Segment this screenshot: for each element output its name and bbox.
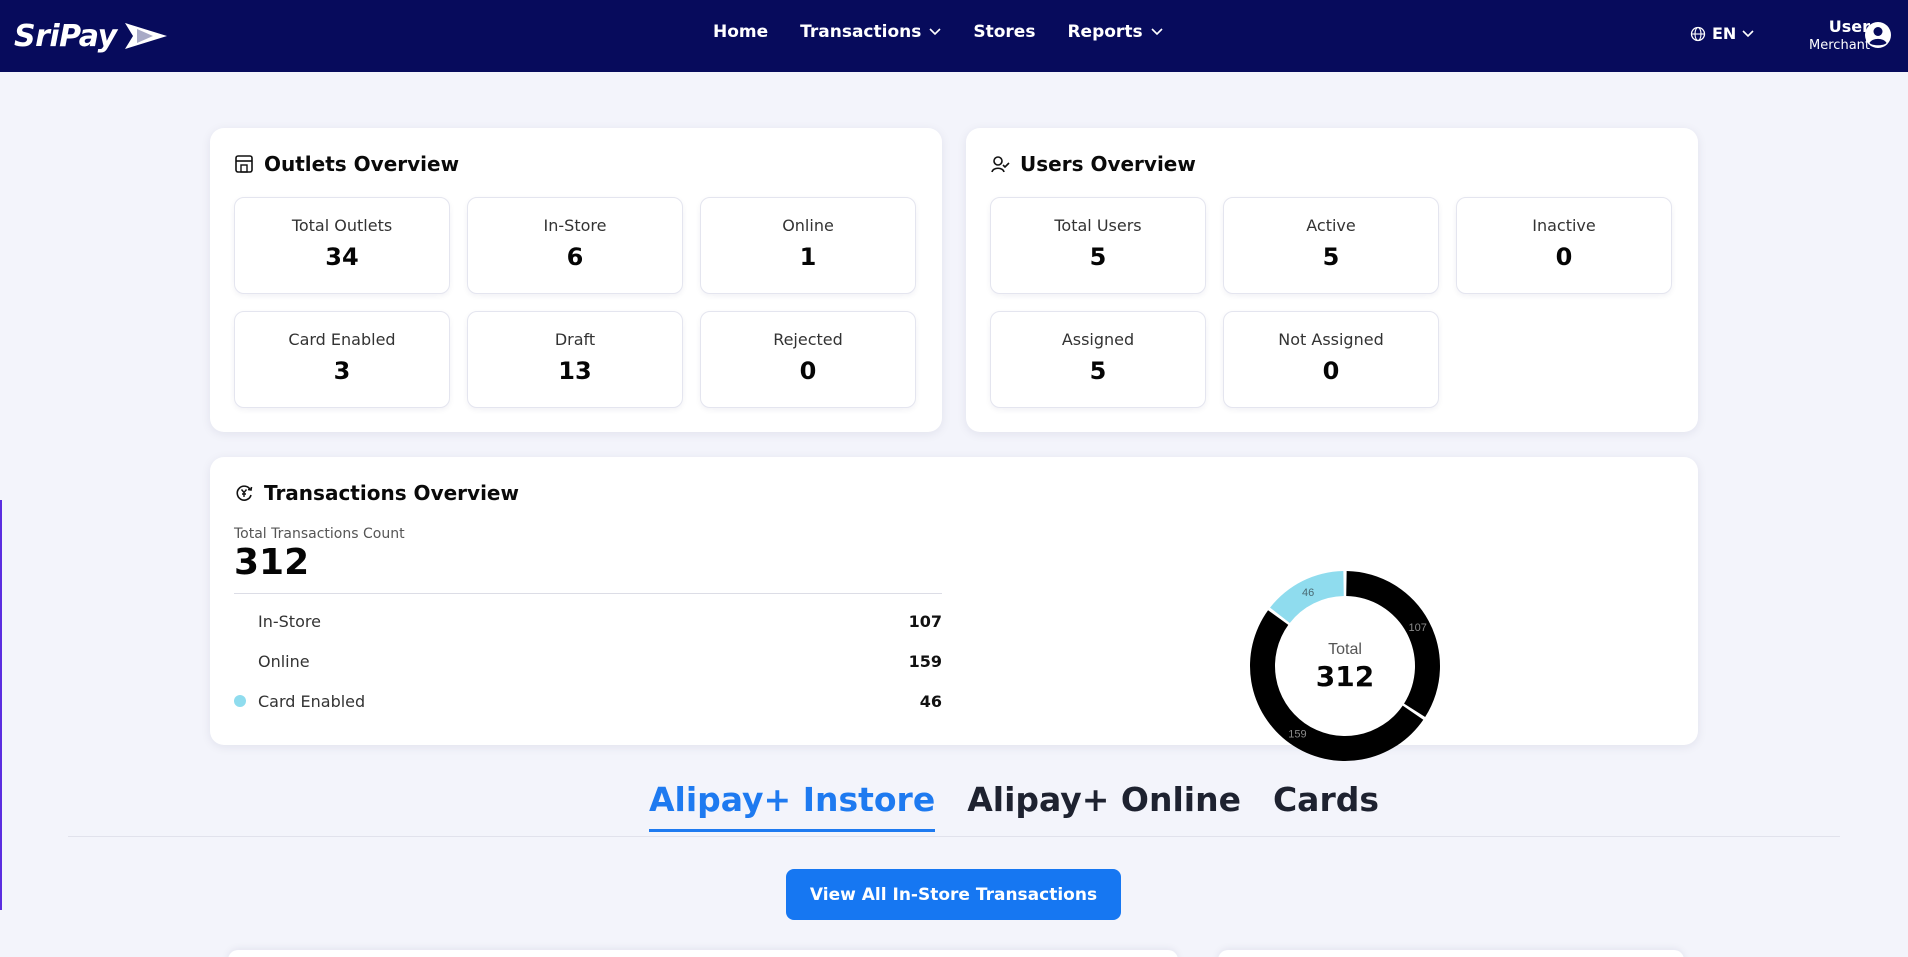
users-overview-title: Users Overview	[990, 152, 1196, 176]
stat-draft-outlets: Draft 13	[467, 311, 683, 408]
tx-row-label: Card Enabled	[258, 691, 366, 711]
transaction-tabs: Alipay+ Instore Alipay+ Online Cards	[649, 780, 1379, 832]
nav-home[interactable]: Home	[713, 22, 768, 42]
tx-row-value: 107	[908, 611, 942, 631]
transactions-overview-card: Transactions Overview Total Transactions…	[210, 457, 1698, 761]
stat-label: Inactive	[1532, 216, 1596, 235]
stat-value: 1	[799, 243, 817, 271]
users-icon	[991, 156, 1010, 173]
stat-value: 5	[1089, 357, 1107, 385]
stat-label: Online	[782, 216, 834, 235]
stat-label: In-Store	[543, 216, 607, 235]
user-avatar-icon[interactable]	[1864, 21, 1892, 49]
stat-label: Active	[1306, 216, 1356, 235]
stat-instore-outlets: In-Store 6	[467, 197, 683, 294]
stat-inactive-users: Inactive 0	[1456, 197, 1672, 294]
language-selector[interactable]: EN	[1690, 24, 1754, 43]
legend-dot-online	[234, 655, 246, 667]
store-icon	[235, 155, 253, 173]
stat-card-enabled-outlets: Card Enabled 3	[234, 311, 450, 408]
nav-stores[interactable]: Stores	[973, 22, 1035, 42]
stat-label: Not Assigned	[1278, 330, 1384, 349]
stat-label: Assigned	[1061, 330, 1135, 349]
stat-value: 0	[799, 357, 817, 385]
stat-label: Total Outlets	[291, 216, 393, 235]
legend-dot-instore	[234, 615, 246, 627]
users-overview-card: Users Overview Total Users 5 Active 5 In…	[966, 128, 1698, 432]
outlets-overview-title: Outlets Overview	[234, 152, 459, 176]
next-section-card-left	[228, 950, 1178, 957]
transactions-overview-title: Transactions Overview	[234, 481, 519, 505]
donut-center-label: Total	[1328, 641, 1362, 658]
chevron-down-icon	[1151, 28, 1163, 36]
transactions-title-text: Transactions Overview	[264, 481, 519, 505]
stat-rejected-outlets: Rejected 0	[700, 311, 916, 408]
stat-value: 34	[325, 243, 359, 271]
stat-value: 0	[1555, 243, 1573, 271]
user-role: Merchant	[1809, 38, 1870, 53]
nav-transactions-label: Transactions	[800, 22, 922, 42]
user-menu[interactable]: User Merchant	[1780, 17, 1870, 55]
tx-row-instore: In-Store 107	[234, 609, 942, 633]
nav-transactions[interactable]: Transactions	[800, 22, 941, 42]
stat-value: 6	[566, 243, 584, 271]
language-label: EN	[1712, 24, 1737, 43]
sripay-logo[interactable]: SriPay	[14, 16, 169, 56]
legend-dot-card-enabled	[234, 695, 246, 707]
divider	[234, 593, 942, 594]
chevron-down-icon	[929, 28, 941, 36]
tx-row-label: Online	[258, 651, 310, 671]
globe-icon	[1690, 26, 1706, 41]
stat-assigned-users: Assigned 5	[990, 311, 1206, 408]
brand-name: SriPay	[14, 18, 117, 54]
main-nav: Home Transactions Stores Reports	[713, 22, 1195, 42]
donut-center-value: 312	[1316, 660, 1374, 693]
users-title-text: Users Overview	[1020, 152, 1196, 176]
transactions-donut-chart: 107 159 46 Total 312	[1225, 524, 1525, 824]
stat-active-users: Active 5	[1223, 197, 1439, 294]
top-navbar: SriPay Home Transactions Stores Reports …	[0, 0, 1908, 72]
total-transactions-value: 312	[234, 542, 310, 583]
tx-row-label: In-Store	[258, 611, 321, 631]
user-name: User	[1828, 17, 1870, 36]
stat-label: Draft	[554, 330, 596, 349]
stat-not-assigned-users: Not Assigned 0	[1223, 311, 1439, 408]
next-section-card-right	[1218, 950, 1684, 957]
tab-alipay-instore[interactable]: Alipay+ Instore	[649, 780, 936, 832]
donut-segment-label-1: 159	[1288, 728, 1306, 740]
nav-home-label: Home	[713, 22, 769, 42]
tab-alipay-online[interactable]: Alipay+ Online	[967, 780, 1241, 832]
donut-segment-label-0: 107	[1408, 622, 1426, 634]
tx-row-card-enabled: Card Enabled 46	[234, 689, 942, 713]
currency-cycle-icon	[236, 485, 253, 501]
tx-row-value: 159	[908, 651, 942, 671]
tx-row-value: 46	[919, 691, 942, 711]
nav-stores-label: Stores	[973, 22, 1036, 42]
donut-svg: 107 159 46 Total 312	[1250, 571, 1440, 761]
logo-arrow-icon	[124, 23, 167, 49]
stat-value: 13	[558, 357, 592, 385]
stat-total-users: Total Users 5	[990, 197, 1206, 294]
stat-value: 5	[1089, 243, 1107, 271]
total-transactions-label: Total Transactions Count	[234, 526, 405, 542]
stat-label: Card Enabled	[288, 330, 396, 349]
window-edge-accent	[0, 500, 2, 910]
stat-label: Total Users	[1054, 216, 1142, 235]
tx-row-online: Online 159	[234, 649, 942, 673]
stat-label: Rejected	[773, 330, 843, 349]
outlets-overview-card: Outlets Overview Total Outlets 34 In-Sto…	[210, 128, 942, 432]
nav-reports-label: Reports	[1067, 22, 1143, 42]
view-all-instore-transactions-button[interactable]: View All In-Store Transactions	[786, 869, 1121, 920]
nav-reports[interactable]: Reports	[1067, 22, 1163, 42]
stat-value: 3	[333, 357, 351, 385]
tab-cards[interactable]: Cards	[1273, 780, 1379, 832]
stat-total-outlets: Total Outlets 34	[234, 197, 450, 294]
stat-online-outlets: Online 1	[700, 197, 916, 294]
stat-value: 0	[1322, 357, 1340, 385]
donut-segment-label-2: 46	[1302, 587, 1314, 599]
stat-value: 5	[1322, 243, 1340, 271]
tabs-divider	[68, 836, 1840, 837]
chevron-down-icon	[1742, 29, 1754, 37]
outlets-title-text: Outlets Overview	[264, 152, 460, 176]
